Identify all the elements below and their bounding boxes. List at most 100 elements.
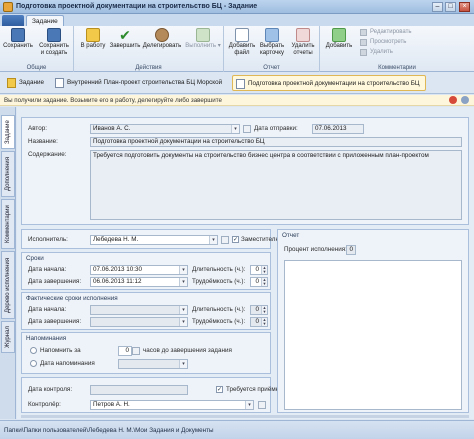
- name-label: Название:: [28, 138, 58, 145]
- spin-icon[interactable]: ▲ ▼: [261, 318, 267, 326]
- side-tab-comments[interactable]: Комментарии: [1, 199, 15, 249]
- reminders-title: Напоминания: [26, 335, 67, 342]
- terms-title: Сроки: [26, 255, 44, 262]
- deputy-label: Заместителю: [241, 236, 281, 243]
- duration-field[interactable]: 0 ▲ ▼: [250, 265, 268, 275]
- task-icon: [7, 78, 16, 88]
- add-comment-button[interactable]: Добавить: [324, 28, 354, 50]
- fact-duration-field[interactable]: 0 ▲ ▼: [250, 305, 268, 315]
- side-tab-execution-tree[interactable]: Дерево исполнения: [1, 251, 15, 319]
- complete-button[interactable]: ✔ Завершить: [108, 28, 142, 50]
- fact-start-field[interactable]: ▾: [90, 305, 188, 315]
- info-icon[interactable]: [461, 96, 469, 104]
- remind-before-radio[interactable]: [30, 347, 37, 354]
- report-text-area[interactable]: [284, 260, 462, 410]
- doc-tab-task[interactable]: Задание: [4, 75, 49, 91]
- tab-task[interactable]: Задание: [26, 15, 64, 26]
- delete-reports-button[interactable]: Удалить отчеты: [288, 28, 318, 57]
- remind-date-radio[interactable]: [30, 360, 37, 367]
- fact-end-field[interactable]: ▾: [90, 317, 188, 327]
- spin-icon[interactable]: ▲ ▼: [261, 278, 267, 286]
- notice-bar: Вы получили задание. Возьмите его в рабо…: [0, 95, 474, 106]
- author-label: Автор:: [28, 125, 47, 132]
- add-file-icon: [235, 28, 249, 42]
- edit-icon: [360, 29, 367, 36]
- end-date-field[interactable]: 06.06.2013 11:12 ▾: [90, 277, 188, 287]
- report-title: Отчет: [282, 232, 300, 239]
- floppy-plus-icon: [47, 28, 61, 42]
- controller-field[interactable]: Петров А. Н. ▾: [90, 400, 254, 410]
- save-and-create-button[interactable]: Сохранить и создать: [36, 28, 72, 57]
- person-arrow-icon: [155, 28, 169, 42]
- alert-icon[interactable]: [449, 96, 457, 104]
- floppy-icon: [11, 28, 25, 42]
- acceptance-label: Требуется приёмка: [226, 386, 283, 393]
- choose-card-button[interactable]: Выбрать карточку: [258, 28, 286, 57]
- clear-author-icon[interactable]: [243, 125, 251, 133]
- side-tab-task[interactable]: Задание: [1, 115, 15, 149]
- deputy-checkbox[interactable]: ✓: [232, 236, 239, 243]
- actual-terms-title: Фактические сроки исполнения: [26, 295, 118, 302]
- folder-path: Папки\Папки пользователей\Лебедева Н. М.…: [4, 427, 214, 434]
- calendar-dropdown-icon[interactable]: ▾: [179, 306, 187, 314]
- document-tabs: Задание Внутренний План-проект строитель…: [0, 72, 474, 94]
- flag-icon: [86, 28, 100, 42]
- ribbon-group-label: Действия: [135, 65, 162, 71]
- doc-tab-plan-project[interactable]: Внутренний План-проект строительства БЦ …: [52, 75, 227, 91]
- labor-field[interactable]: 0 ▲ ▼: [250, 277, 268, 287]
- content-field[interactable]: Требуется подготовить документы на строи…: [90, 150, 462, 220]
- clear-controller-icon[interactable]: [258, 401, 266, 409]
- author-field[interactable]: Иванов А. С. ▾: [90, 124, 240, 134]
- fact-start-label: Дата начала:: [28, 306, 67, 313]
- ribbon-group-label: Комментарии: [378, 65, 416, 71]
- percent-field[interactable]: 0: [346, 245, 356, 255]
- controller-label: Контролёр:: [28, 401, 61, 408]
- remind-hours-label: часов до завершения задания: [143, 347, 232, 354]
- executor-field[interactable]: Лебедева Н. М. ▾: [90, 235, 218, 245]
- add-file-button[interactable]: Добавить файл: [228, 28, 256, 57]
- minimize-button[interactable]: –: [432, 2, 443, 12]
- side-tab-journal[interactable]: Журнал: [1, 321, 15, 353]
- delegate-button[interactable]: Делегировать: [142, 28, 182, 50]
- spin-icon[interactable]: [132, 347, 140, 355]
- chevron-down-icon[interactable]: ▾: [209, 236, 217, 244]
- delete-comment-button[interactable]: Удалить: [360, 48, 393, 57]
- calendar-dropdown-icon[interactable]: ▾: [179, 360, 187, 368]
- delete-doc-icon: [296, 28, 310, 42]
- calendar-dropdown-icon[interactable]: ▾: [179, 278, 187, 286]
- file-menu-button[interactable]: [2, 15, 24, 26]
- control-date-field[interactable]: [90, 385, 188, 395]
- acceptance-checkbox[interactable]: ✓: [216, 386, 223, 393]
- ribbon-group-general: Сохранить Сохранить и создать Общие: [0, 26, 74, 72]
- close-button[interactable]: ×: [459, 2, 470, 12]
- send-date-field[interactable]: 07.06.2013: [312, 124, 364, 134]
- chevron-down-icon[interactable]: ▾: [245, 401, 253, 409]
- remind-date-field[interactable]: ▾: [118, 359, 188, 369]
- horizontal-scrollbar[interactable]: [21, 415, 469, 418]
- view-comment-button[interactable]: Просмотреть: [360, 38, 406, 47]
- title-bar: Подготовка проектной документации на стр…: [0, 0, 474, 14]
- document-icon: [55, 78, 64, 88]
- maximize-button[interactable]: □: [445, 2, 456, 12]
- executor-panel: Исполнитель: Лебедева Н. М. ▾ ✓ Заместит…: [21, 229, 280, 249]
- start-date-field[interactable]: 07.06.2013 10:30 ▾: [90, 265, 188, 275]
- doc-tab-current-task[interactable]: Подготовка проектной документации на стр…: [232, 75, 426, 91]
- card-icon: [265, 28, 279, 42]
- chevron-down-icon[interactable]: ▾: [231, 125, 239, 133]
- calendar-dropdown-icon[interactable]: ▾: [179, 318, 187, 326]
- side-tab-additions[interactable]: Дополнения: [1, 151, 15, 197]
- to-work-button[interactable]: В работу: [80, 28, 106, 50]
- edit-comment-button[interactable]: Редактировать: [360, 28, 411, 37]
- document-icon: [236, 79, 245, 89]
- remind-before-field[interactable]: 0: [118, 346, 132, 356]
- spin-icon[interactable]: ▲ ▼: [261, 306, 267, 314]
- fact-labor-field[interactable]: 0 ▲ ▼: [250, 317, 268, 327]
- calendar-dropdown-icon[interactable]: ▾: [179, 266, 187, 274]
- spin-icon[interactable]: ▲ ▼: [261, 266, 267, 274]
- labor-label: Трудоёмкость (ч.):: [192, 278, 246, 285]
- save-button[interactable]: Сохранить: [3, 28, 33, 50]
- clear-executor-icon[interactable]: [221, 236, 229, 244]
- name-field[interactable]: Подготовка проектной документации на стр…: [90, 137, 462, 147]
- execute-button[interactable]: Выполнить ▾: [184, 28, 222, 50]
- report-panel: Отчет Процент исполнения: 0: [277, 229, 469, 413]
